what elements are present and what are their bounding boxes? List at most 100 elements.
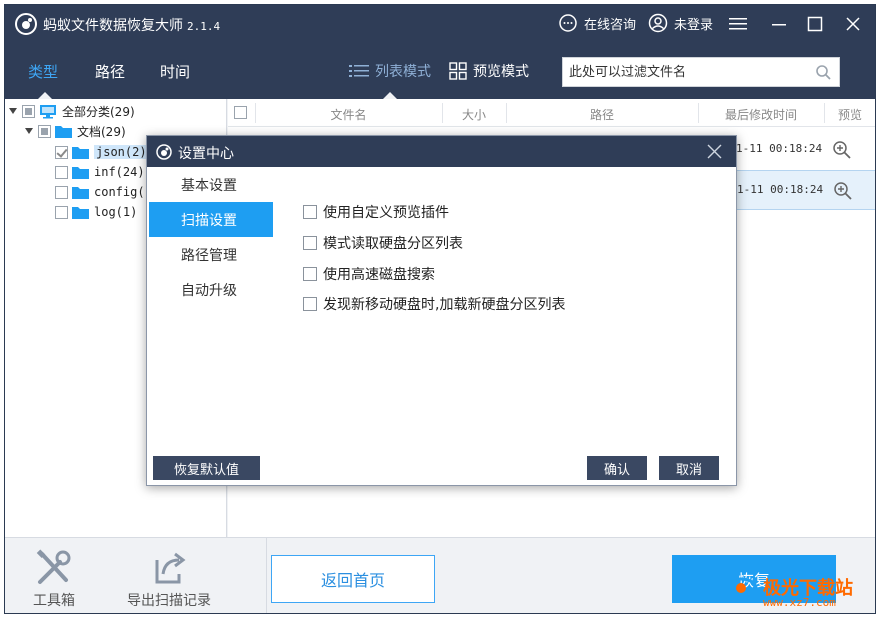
header-preview[interactable]: 预览 (825, 106, 875, 123)
tree-item-label: inf(24) (94, 165, 145, 179)
list-mode-button[interactable]: 列表模式 (349, 61, 431, 81)
nav-bar: 类型 路径 时间 列表模式 预览模式 (5, 43, 875, 99)
select-all-checkbox[interactable] (234, 106, 247, 119)
tab-type[interactable]: 类型 (28, 61, 58, 82)
export-icon (155, 552, 186, 584)
zoom-in-icon[interactable] (832, 140, 852, 160)
dialog-title-bar: 设置中心 (147, 136, 736, 167)
online-consult-button[interactable]: 在线咨询 (558, 13, 636, 33)
login-status-label: 未登录 (674, 17, 714, 33)
tree-item-label: config( (94, 185, 145, 199)
tree-docs-checkbox[interactable] (38, 124, 51, 138)
tab-path[interactable]: 路径 (95, 61, 125, 82)
preview-mode-label: 预览模式 (473, 64, 529, 80)
maximize-button[interactable] (805, 14, 825, 34)
minimize-icon (772, 24, 786, 26)
menu-scan-settings[interactable]: 扫描设置 (149, 202, 273, 237)
tree-item-inf[interactable]: inf(24) (55, 163, 145, 181)
search-box (562, 57, 840, 87)
tree-item-checkbox[interactable] (55, 145, 68, 159)
tree-docs-label: 文档(29) (77, 124, 126, 139)
header-path[interactable]: 路径 (507, 106, 697, 123)
search-icon[interactable] (815, 64, 831, 80)
tree-node-docs[interactable]: 文档(29) (25, 122, 126, 140)
folder-icon (72, 186, 89, 199)
folder-icon (72, 206, 89, 219)
option-label: 发现新移动硬盘时,加载新硬盘分区列表 (323, 297, 566, 313)
preview-mode-button[interactable]: 预览模式 (449, 61, 529, 81)
row-modified-date: 1-11 00:18:24 (736, 142, 823, 155)
expand-arrow-icon[interactable] (9, 108, 17, 114)
option-checkbox[interactable] (303, 267, 317, 281)
menu-basic-settings[interactable]: 基本设置 (149, 167, 273, 202)
option-label: 使用高速磁盘搜索 (323, 267, 435, 283)
header-filename[interactable]: 文件名 (256, 106, 441, 123)
option-label: 使用自定义预览插件 (323, 205, 449, 221)
export-scan-button[interactable]: 导出扫描记录 (127, 548, 211, 610)
list-mode-label: 列表模式 (375, 64, 431, 80)
view-mode-caret (383, 92, 397, 99)
confirm-button[interactable]: 确认 (587, 456, 647, 480)
menu-button[interactable] (728, 14, 748, 34)
tree-item-json[interactable]: json(2) (55, 143, 149, 161)
tree-root-checkbox[interactable] (22, 104, 35, 118)
dialog-title: 设置中心 (178, 146, 234, 162)
tree-item-log[interactable]: log(1) (55, 203, 137, 221)
zoom-in-icon[interactable] (833, 181, 853, 201)
return-home-button[interactable]: 返回首页 (271, 555, 435, 603)
expand-arrow-icon[interactable] (25, 128, 33, 134)
app-logo-icon (15, 13, 37, 35)
app-version: 2.1.4 (187, 20, 221, 33)
computer-icon (40, 104, 56, 118)
cancel-button[interactable]: 取消 (659, 456, 719, 480)
watermark: 极光下载站 www.xz7.com (723, 572, 853, 609)
app-title-text: 蚂蚁文件数据恢复大师 (43, 18, 183, 34)
option-label: 模式读取硬盘分区列表 (323, 236, 463, 252)
folder-icon (72, 146, 89, 159)
tab-time[interactable]: 时间 (160, 61, 190, 82)
minimize-button[interactable] (769, 14, 789, 34)
header-modified[interactable]: 最后修改时间 (699, 106, 823, 123)
tree-item-checkbox[interactable] (55, 185, 68, 199)
close-icon[interactable] (707, 144, 722, 159)
watermark-logo-icon (724, 577, 758, 599)
toolbox-label: 工具箱 (33, 593, 75, 609)
folder-icon (55, 125, 72, 138)
maximize-icon (807, 16, 823, 32)
tree-item-label: log(1) (94, 205, 138, 219)
login-button[interactable]: 未登录 (648, 13, 713, 33)
close-button[interactable] (843, 14, 863, 34)
tree-root-label: 全部分类(29) (62, 104, 135, 119)
active-tab-caret (38, 92, 52, 99)
tools-icon (36, 549, 71, 584)
tree-item-checkbox[interactable] (55, 165, 68, 179)
bottom-divider (266, 538, 267, 613)
user-icon (648, 13, 668, 33)
option-custom-preview[interactable]: 使用自定义预览插件 (303, 202, 449, 222)
settings-dialog: 设置中心 基本设置 扫描设置 路径管理 自动升级 使用自定义预览插件 模式读取硬… (146, 135, 737, 486)
title-bar: 蚂蚁文件数据恢复大师 2.1.4 在线咨询 未登录 (5, 5, 875, 43)
app-window: 蚂蚁文件数据恢复大师 2.1.4 在线咨询 未登录 类型 路径 时间 列表模式 … (4, 4, 876, 614)
tree-item-config[interactable]: config( (55, 183, 145, 201)
tree-item-label: json(2) (94, 145, 149, 159)
option-read-partitions[interactable]: 模式读取硬盘分区列表 (303, 233, 463, 253)
option-fast-search[interactable]: 使用高速磁盘搜索 (303, 264, 435, 284)
online-consult-label: 在线咨询 (584, 17, 637, 33)
filter-input[interactable] (569, 63, 805, 81)
header-size[interactable]: 大小 (443, 106, 505, 123)
folder-icon (72, 166, 89, 179)
tree-item-checkbox[interactable] (55, 205, 68, 219)
app-logo-icon (156, 144, 172, 160)
watermark-url: www.xz7.com (763, 596, 836, 609)
app-title: 蚂蚁文件数据恢复大师 2.1.4 (43, 15, 220, 35)
restore-default-button[interactable]: 恢复默认值 (153, 456, 260, 480)
option-checkbox[interactable] (303, 297, 317, 311)
menu-auto-upgrade[interactable]: 自动升级 (149, 272, 273, 307)
option-new-drive[interactable]: 发现新移动硬盘时,加载新硬盘分区列表 (303, 294, 565, 314)
hamburger-icon (729, 18, 747, 30)
option-checkbox[interactable] (303, 205, 317, 219)
tree-root[interactable]: 全部分类(29) (9, 102, 135, 120)
toolbox-button[interactable]: 工具箱 (33, 548, 75, 610)
menu-path-management[interactable]: 路径管理 (149, 237, 273, 272)
option-checkbox[interactable] (303, 236, 317, 250)
